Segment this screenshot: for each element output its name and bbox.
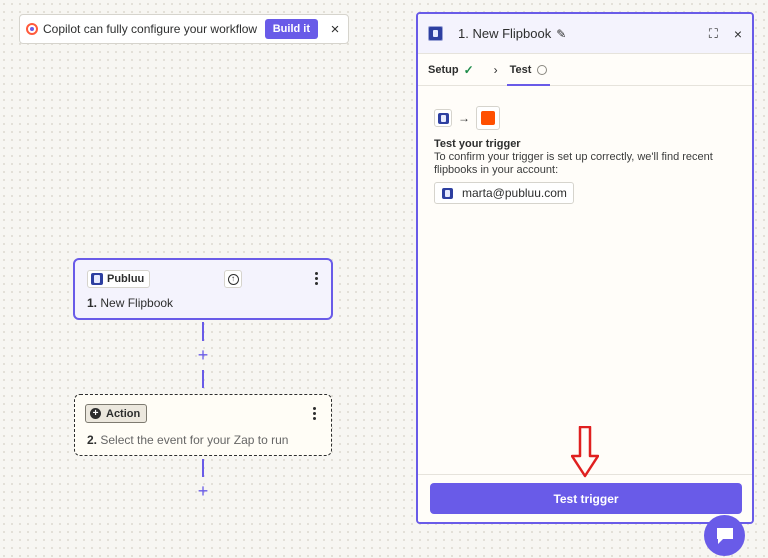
source-app-box	[434, 109, 452, 127]
action-step-card[interactable]: + Action 2. Select the event for your Za…	[74, 394, 332, 456]
target-app-icon	[481, 111, 495, 125]
flow-preview: →	[434, 106, 500, 130]
publuu-logo-icon	[91, 273, 103, 285]
trigger-step-title: 1. New Flipbook	[87, 296, 173, 310]
chevron-right-icon: ›	[493, 62, 498, 77]
test-description: To confirm your trigger is set up correc…	[434, 151, 713, 176]
tab-test-label: Test	[509, 63, 532, 76]
test-heading: Test your trigger	[434, 138, 521, 150]
pencil-icon[interactable]: ✎	[556, 27, 566, 41]
chat-button[interactable]	[704, 515, 745, 556]
connector-line	[202, 322, 204, 341]
action-icon: +	[90, 408, 101, 419]
action-badge: + Action	[85, 404, 148, 423]
tab-test[interactable]: Test	[506, 54, 551, 86]
expand-icon[interactable]: ⛶	[709, 26, 718, 42]
more-options-icon[interactable]	[311, 407, 317, 420]
action-step-number: 2.	[87, 433, 98, 447]
check-icon: ✓	[463, 62, 474, 77]
copilot-message: Copilot can fully configure your workflo…	[43, 22, 258, 36]
close-icon[interactable]: ×	[328, 21, 342, 38]
trigger-step-number: 1.	[87, 296, 98, 310]
account-chip: marta@publuu.com	[434, 182, 574, 204]
test-trigger-button[interactable]: Test trigger	[430, 483, 742, 514]
tab-setup[interactable]: Setup ✓	[428, 54, 474, 86]
build-it-button[interactable]: Build it	[264, 19, 318, 39]
connector-line	[202, 459, 204, 477]
trigger-step-label: New Flipbook	[100, 296, 174, 310]
close-icon[interactable]: ×	[734, 26, 742, 42]
connector-line	[202, 370, 204, 388]
action-step-title: 2. Select the event for your Zap to run	[87, 433, 288, 447]
copilot-icon	[26, 23, 38, 35]
panel-title: 1. New Flipbook	[458, 26, 552, 41]
action-badge-label: Action	[106, 407, 141, 420]
panel-header: 1. New Flipbook ✎ ⛶ ×	[418, 14, 752, 54]
status-chip: ↑	[224, 270, 242, 288]
status-icon: ↑	[227, 273, 239, 285]
chat-icon	[716, 527, 733, 544]
pending-circle-icon	[537, 64, 548, 75]
publuu-logo-icon	[428, 26, 443, 41]
panel-footer: Test trigger	[418, 474, 752, 522]
action-step-placeholder: Select the event for your Zap to run	[100, 433, 289, 447]
annotation-arrow-icon	[571, 426, 599, 478]
tab-setup-label: Setup	[428, 63, 459, 76]
account-email: marta@publuu.com	[462, 186, 567, 200]
arrow-right-icon: →	[458, 111, 470, 125]
app-name: Publuu	[107, 273, 145, 285]
more-options-icon[interactable]	[313, 272, 319, 285]
copilot-banner: Copilot can fully configure your workflo…	[19, 14, 349, 44]
trigger-step-card[interactable]: Publuu ↑ 1. New Flipbook	[73, 258, 333, 320]
panel-tabs: Setup ✓ › Test	[418, 54, 752, 86]
publuu-logo-icon	[437, 112, 449, 124]
plus-icon[interactable]: +	[196, 346, 210, 364]
plus-icon[interactable]: +	[196, 482, 210, 500]
target-app-box	[476, 106, 500, 130]
publuu-logo-icon	[442, 187, 453, 199]
app-chip: Publuu	[87, 270, 151, 288]
